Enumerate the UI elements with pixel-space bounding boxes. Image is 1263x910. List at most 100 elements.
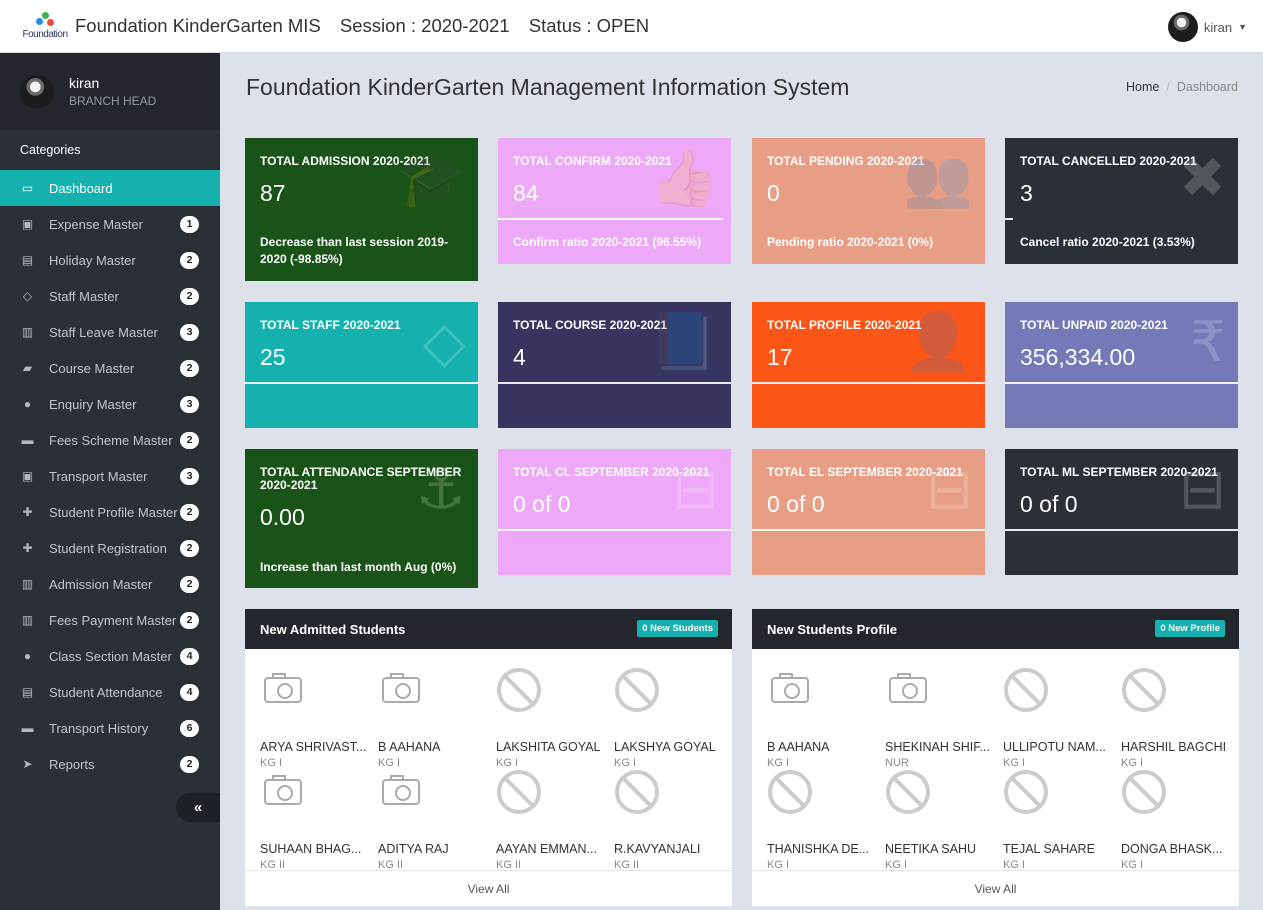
student-item[interactable]: THANISHKA DE... KG I [767,769,877,879]
sidebar-item-holiday-master[interactable]: ▤ Holiday Master 2 [0,242,220,278]
student-item[interactable]: TEJAL SAHARE KG I [1003,769,1113,879]
sidebar-item-student-registration[interactable]: ✚ Student Registration 2 [0,530,220,566]
categories-label: Categories [20,143,81,157]
sidebar-item-transport-master[interactable]: ▣ Transport Master 3 [0,458,220,494]
count-badge: 2 [180,251,199,269]
diamond-icon: ◇ [22,289,33,303]
stat-card[interactable]: TOTAL PROFILE 2020-2021 17 👤 [752,302,985,428]
sidebar-item-enquiry-master[interactable]: ● Enquiry Master 3 [0,386,220,422]
thumbs-up-icon: 👍 [649,146,719,209]
card-footer: Increase than last month Aug (0%) [260,560,457,574]
count-badge: 2 [180,611,199,629]
user-menu[interactable]: kiran ▼ [1167,12,1247,42]
no-photo-camera-icon [767,667,813,713]
sidebar-item-course-master[interactable]: ▰ Course Master 2 [0,350,220,386]
student-item[interactable]: SUHAAN BHAG... KG II [260,769,370,879]
student-item[interactable]: ULLIPOTU NAM... KG I [1003,667,1113,777]
student-item[interactable]: R.KAVYANJALI KG II [614,769,724,879]
student-item[interactable]: NEETIKA SAHU KG I [885,769,995,879]
student-item[interactable]: HARSHIL BAGCHI KG I [1121,667,1231,777]
sidebar-profile: kiran BRANCH HEAD [0,53,220,130]
sidebar-item-student-profile-master[interactable]: ✚ Student Profile Master 2 [0,494,220,530]
sidebar-item-label: Class Section Master [49,648,172,664]
stat-card[interactable]: TOTAL ML SEPTEMBER 2020-2021 0 of 0 ⊟ [1005,449,1238,575]
stat-card[interactable]: TOTAL ADMISSION 2020-2021 87 🎓 Decrease tha… [245,138,478,281]
breadcrumb-home[interactable]: Home [1126,80,1159,94]
student-item[interactable]: LAKSHYA GOYAL KG I [614,667,724,777]
count-badge: 4 [180,647,199,665]
sidebar-item-label: Student Attendance [49,684,163,700]
session-label: Session : 2020-2021 [339,15,510,36]
sidebar-item-class-section-master[interactable]: ● Class Section Master 4 [0,638,220,674]
progress-bar [498,529,731,531]
student-item[interactable]: SHEKINAH SHIF... NUR [885,667,995,777]
sidebar-item-staff-leave-master[interactable]: ▥ Staff Leave Master 3 [0,314,220,350]
sidebar-item-staff-master[interactable]: ◇ Staff Master 2 [0,278,220,314]
logo[interactable]: Foundation [22,6,68,46]
student-name: HARSHIL BAGCHI [1121,740,1227,754]
calendar-icon: ▤ [21,253,34,267]
group-icon: 👥 [903,146,973,209]
breadcrumb: Home / Dashboard [1126,80,1238,94]
count-badge: 1 [180,215,199,233]
collapse-sidebar-button[interactable]: « [176,793,220,822]
student-item[interactable]: ADITYA RAJ KG II [378,769,488,879]
user-plus-icon: 👤 [903,310,973,373]
student-class: NUR [885,757,909,769]
student-item[interactable]: B AAHANA KG I [767,667,877,777]
sidebar-item-dashboard[interactable]: ▭ Dashboard [0,170,220,206]
top-bar: Foundation Foundation KinderGarten MIS S… [0,0,1263,53]
view-all-link[interactable]: View All [245,870,732,906]
student-name: ADITYA RAJ [378,842,449,856]
sidebar-item-student-attendance[interactable]: ▤ Student Attendance 4 [0,674,220,710]
sidebar-item-fees-scheme-master[interactable]: ▬ Fees Scheme Master 2 [0,422,220,458]
minus-square-icon: ⊟ [672,457,719,520]
stat-card[interactable]: TOTAL CANCELLED 2020-2021 3 ✖ Cancel ratio … [1005,138,1238,264]
student-item[interactable]: B AAHANA KG I [378,667,488,777]
page-title: Foundation KinderGarten Management Infor… [246,74,850,100]
card-value: 0 of 0 [767,491,825,517]
student-item[interactable]: AAYAN EMMAN... KG II [496,769,606,879]
sidebar-item-expense-master[interactable]: ▣ Expense Master 1 [0,206,220,242]
student-name: ULLIPOTU NAM... [1003,740,1106,754]
no-image-icon [885,769,931,815]
student-name: DONGA BHASK... [1121,842,1223,856]
sidebar-menu: ▭ Dashboard ▣ Expense Master 1 ▤ Holiday Maste… [0,170,220,782]
no-image-icon [496,769,542,815]
stat-card[interactable]: TOTAL PENDING 2020-2021 0 👥 Pending ratio 2… [752,138,985,264]
logo-text: Foundation [22,29,68,40]
card-footer: Pending ratio 2020-2021 (0%) [767,235,934,249]
users-icon: ● [23,397,32,411]
sidebar-item-transport-history[interactable]: ▬ Transport History 6 [0,710,220,746]
count-badge: 2 [180,539,199,557]
student-item[interactable]: LAKSHITA GOYAL KG I [496,667,606,777]
panel-title: New Students Profile [767,621,898,637]
card-value: 0.00 [260,504,305,530]
stat-card[interactable]: TOTAL STAFF 2020-2021 25 ◇ [245,302,478,428]
sidebar-item-admission-master[interactable]: ▥ Admission Master 2 [0,566,220,602]
card-value: 84 [513,180,539,206]
stat-card[interactable]: TOTAL EL SEPTEMBER 2020-2021 0 of 0 ⊟ [752,449,985,575]
no-image-icon [1003,769,1049,815]
student-item[interactable]: DONGA BHASK... KG I [1121,769,1231,879]
stat-card[interactable]: TOTAL ATTENDANCE SEPTEMBER 2020-2021 0.00… [245,449,478,588]
new-admitted-students-panel: New Admitted Students 0 New Students ARYA … [245,609,732,906]
stat-card[interactable]: TOTAL UNPAID 2020-2021 356,334.00 ₹ [1005,302,1238,428]
student-class: KG I [378,757,401,769]
view-all-link[interactable]: View All [752,870,1239,906]
student-class: KG I [496,757,519,769]
sidebar-item-label: Expense Master [49,216,143,232]
student-name: THANISHKA DE... [767,842,870,856]
main-content: Foundation KinderGarten Management Infor… [220,53,1263,910]
save-icon: ▥ [21,577,34,591]
stat-card[interactable]: TOTAL CL SEPTEMBER 2020-2021 0 of 0 ⊟ [498,449,731,575]
anchor-icon: ⚓ [415,457,466,520]
sidebar-item-label: Staff Master [49,288,119,304]
logo-icon [34,12,56,30]
student-item[interactable]: ARYA SHRIVAST... KG I [260,667,370,777]
sidebar-item-fees-payment-master[interactable]: ▥ Fees Payment Master 2 [0,602,220,638]
sidebar-item-reports[interactable]: ➤ Reports 2 [0,746,220,782]
stat-card[interactable]: TOTAL COURSE 2020-2021 4 📘 [498,302,731,428]
stat-card[interactable]: TOTAL CONFIRM 2020-2021 84 👍 Confirm ratio … [498,138,731,264]
no-image-icon [614,769,660,815]
